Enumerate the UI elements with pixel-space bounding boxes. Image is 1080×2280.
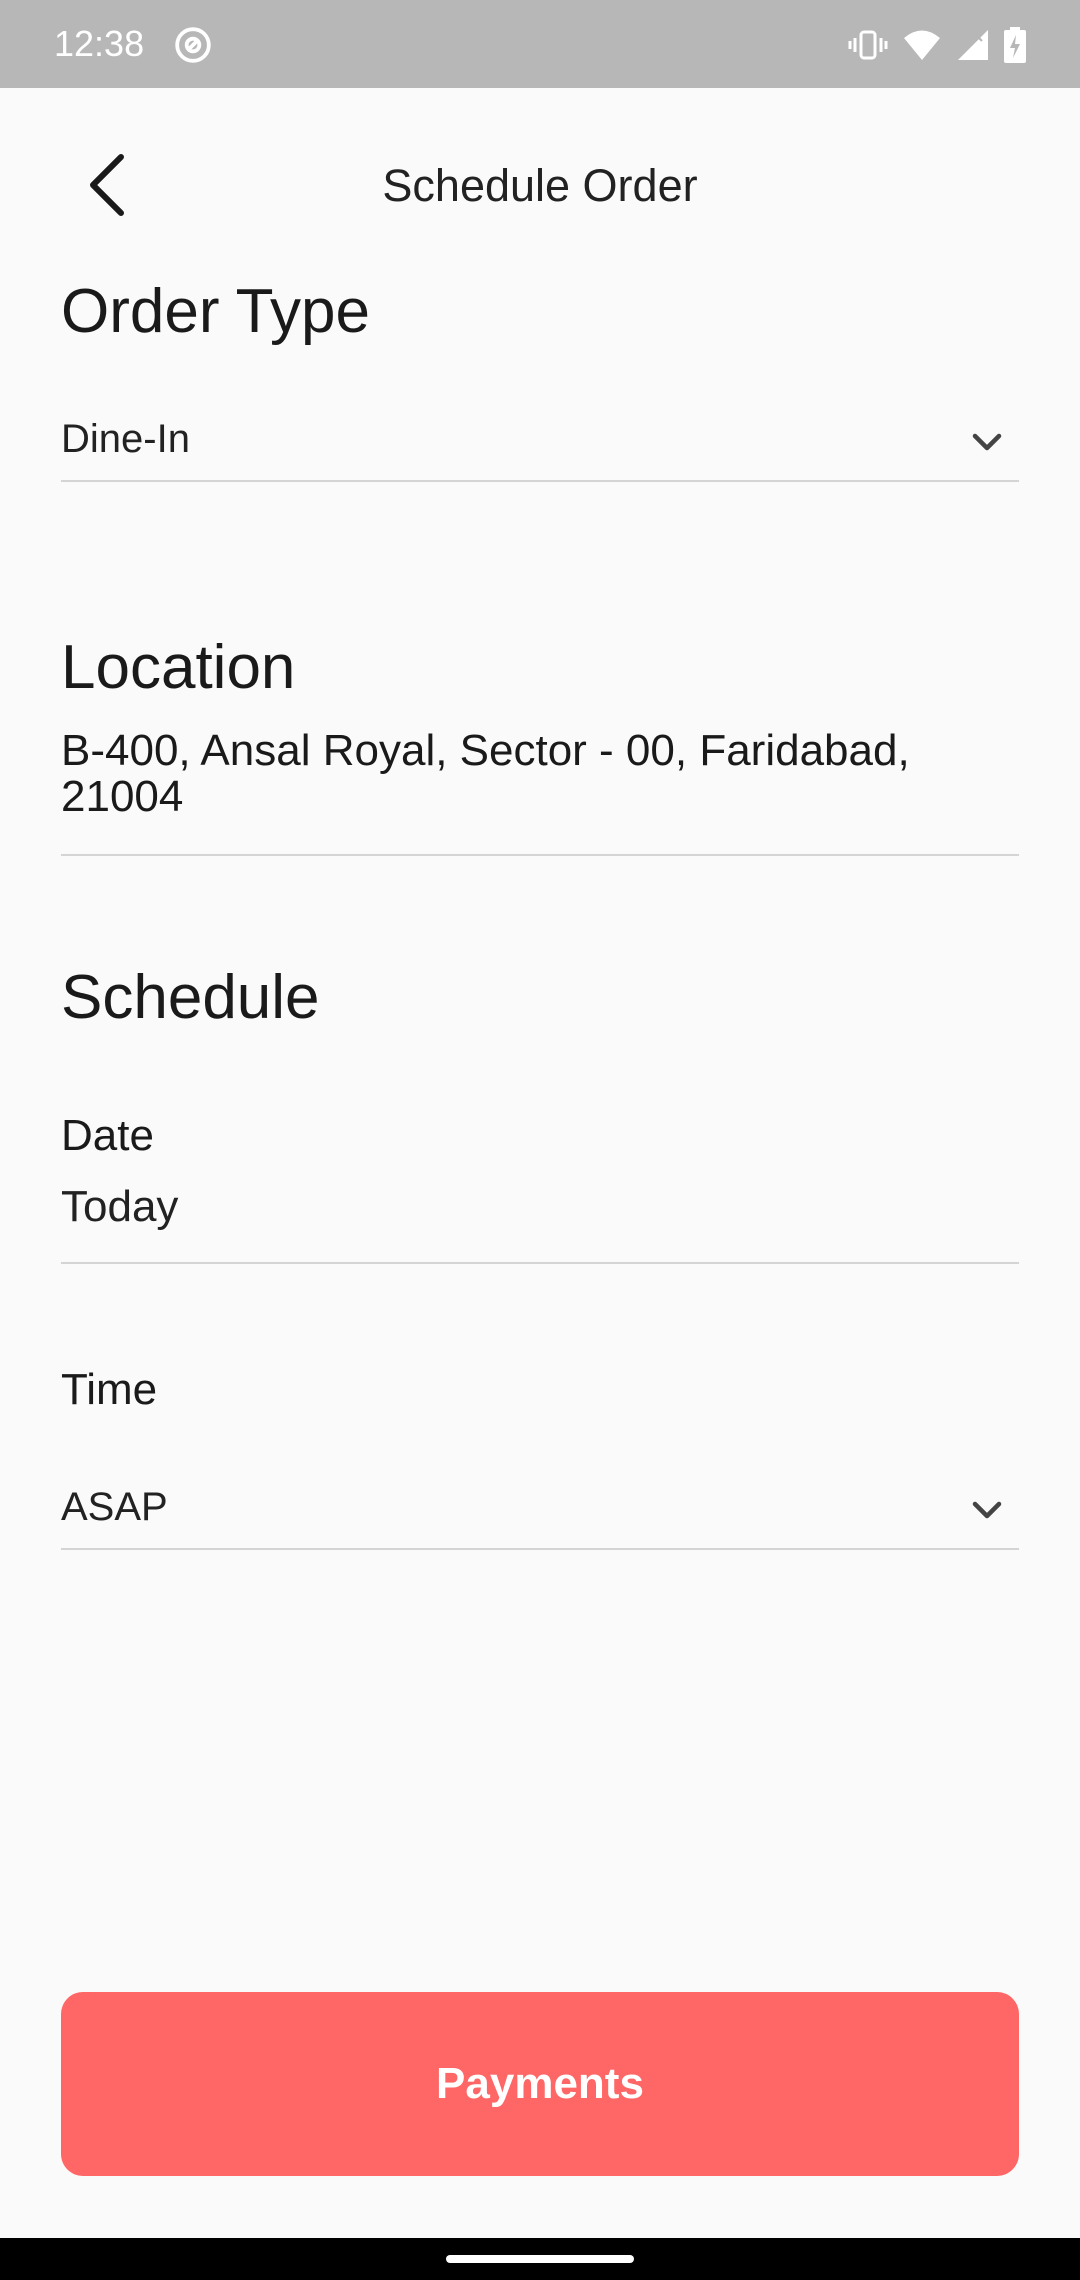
order-type-heading: Order Type bbox=[61, 277, 371, 346]
wifi-icon bbox=[904, 30, 940, 60]
date-field[interactable]: Today bbox=[61, 1180, 1019, 1264]
time-value: ASAP bbox=[61, 1485, 168, 1529]
battery-charging-icon bbox=[1004, 27, 1026, 63]
payments-button-label: Payments bbox=[436, 2059, 644, 2108]
order-type-dropdown[interactable]: Dine-In bbox=[61, 398, 1019, 482]
status-time: 12:38 bbox=[54, 23, 145, 64]
date-label: Date bbox=[61, 1111, 154, 1160]
date-value: Today bbox=[61, 1182, 179, 1231]
chevron-down-icon bbox=[972, 433, 1002, 451]
time-dropdown[interactable]: ASAP bbox=[61, 1466, 1019, 1550]
date-underline bbox=[61, 1262, 1019, 1264]
payments-button[interactable]: Payments bbox=[61, 1992, 1019, 2176]
time-label: Time bbox=[61, 1365, 158, 1414]
location-underline bbox=[61, 854, 1019, 856]
navigation-bar bbox=[0, 2238, 1080, 2280]
status-bar: 12:38 bbox=[0, 0, 1080, 88]
order-type-value: Dine-In bbox=[61, 417, 190, 461]
chevron-down-icon bbox=[972, 1501, 1002, 1519]
schedule-heading: Schedule bbox=[61, 963, 320, 1032]
time-underline bbox=[61, 1548, 1019, 1550]
location-heading: Location bbox=[61, 633, 296, 702]
order-type-underline bbox=[61, 480, 1019, 482]
location-address: B-400, Ansal Royal, Sector - 00, Faridab… bbox=[61, 726, 910, 821]
vibrate-icon bbox=[848, 30, 888, 60]
page-title: Schedule Order bbox=[382, 160, 698, 211]
status-icons bbox=[848, 24, 1026, 66]
signal-icon bbox=[958, 30, 988, 60]
at-sign-icon bbox=[175, 27, 211, 63]
home-indicator[interactable] bbox=[446, 2255, 634, 2263]
